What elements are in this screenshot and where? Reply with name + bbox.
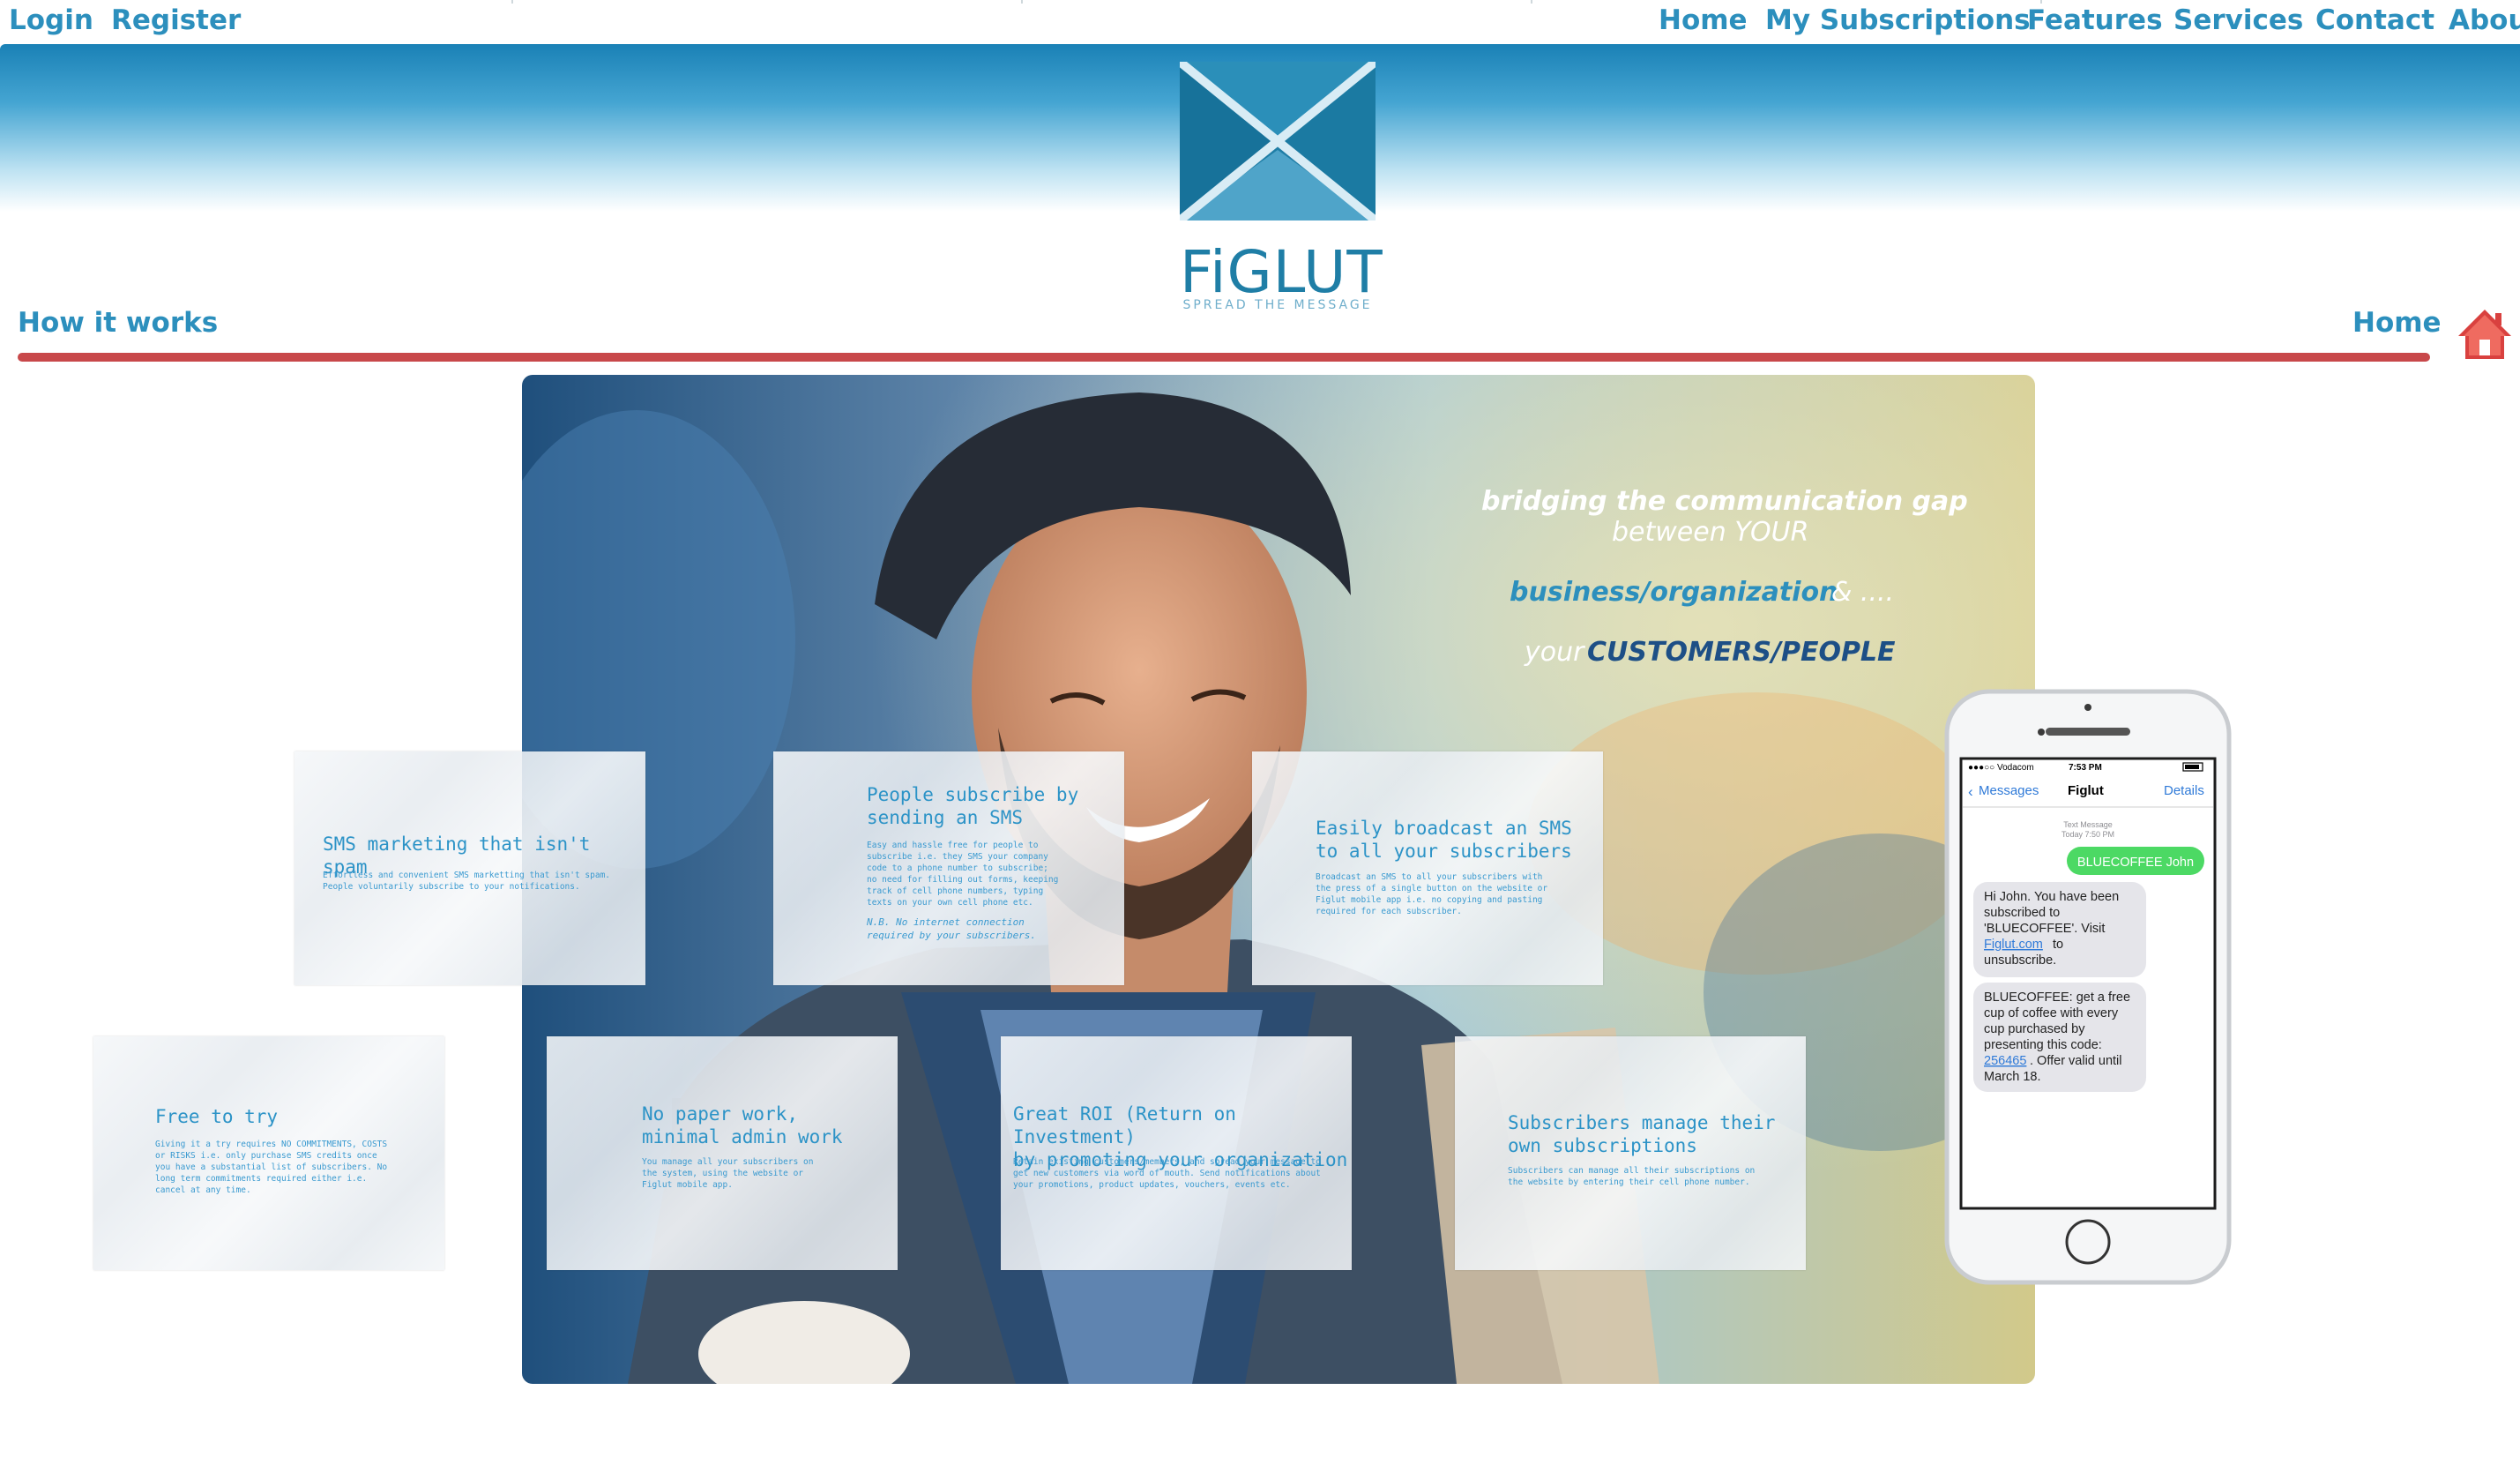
feature-card-free-to-try: Free to try Giving it a try requires NO … <box>93 1036 444 1270</box>
hero-headline: bridging the communication gap <box>1481 486 1968 517</box>
envelope-logo-icon <box>1176 58 1379 224</box>
card-title: Easily broadcast an SMS to all your subs… <box>1316 818 1572 862</box>
received-message-line: 'BLUECOFFEE'. Visit <box>1984 922 2105 936</box>
card-title: Subscribers manage their own subscriptio… <box>1508 1112 1776 1156</box>
received-message-line: . Offer valid until <box>2030 1054 2122 1068</box>
card-body: Retain existing customers/members, and s… <box>1013 1157 1321 1190</box>
subnav-home-link[interactable]: Home <box>2352 307 2442 339</box>
received-message-line: subscribed to <box>1984 906 2060 920</box>
nav-my-subscriptions-link[interactable]: My Subscriptions <box>1765 4 2031 36</box>
details-button[interactable]: Details <box>2164 783 2204 798</box>
sent-message-text: BLUECOFFEE John <box>2077 856 2194 870</box>
time-label: 7:53 PM <box>2069 763 2102 773</box>
card-title: Free to try <box>155 1106 279 1127</box>
feature-card-manage-subscriptions: Subscribers manage their own subscriptio… <box>1455 1036 1806 1270</box>
divider-line <box>18 353 2430 362</box>
card-body: Broadcast an SMS to all your subscribers… <box>1316 872 1548 916</box>
divider <box>2040 0 2042 4</box>
hero-line-customers: CUSTOMERS/PEOPLE <box>1587 637 1896 668</box>
divider <box>1021 0 1023 4</box>
nav-features-link[interactable]: Features <box>2027 4 2163 36</box>
nav-services-link[interactable]: Services <box>2173 4 2303 36</box>
received-message-line: Hi John. You have been <box>1984 890 2119 904</box>
camera-icon <box>2038 729 2045 736</box>
card-body: Easy and hassle free for people to subsc… <box>867 841 1059 908</box>
divider <box>1531 0 1532 4</box>
card-title: No paper work, minimal admin work <box>642 1103 843 1147</box>
top-bar: Login Register Home My Subscriptions Fea… <box>0 0 2520 44</box>
feature-card-subscribe: People subscribe by sending an SMS Easy … <box>773 751 1124 985</box>
logo-tagline: SPREAD THE MESSAGE <box>1182 298 1373 312</box>
how-it-works-link[interactable]: How it works <box>18 307 218 339</box>
speaker-dot <box>2084 704 2091 711</box>
hero-line-and: & .... <box>1831 577 1895 608</box>
hero-line-business: business/organization <box>1510 577 1838 608</box>
feature-card-roi: Great ROI (Return on Investment) by prom… <box>1001 1036 1352 1270</box>
received-message-line: unsubscribe. <box>1984 953 2056 968</box>
feature-card-sms-marketing: SMS marketing that isn't spam Effortless… <box>294 751 645 985</box>
phone-mockup: ●●●○○ Vodacom 7:53 PM ‹ Messages Figlut … <box>1943 688 2233 1286</box>
nav-contact-link[interactable]: Contact <box>2315 4 2434 36</box>
carrier-label: ●●●○○ Vodacom <box>1968 763 2034 773</box>
hero-line-between: between YOUR <box>1612 517 1809 548</box>
card-body: Effortless and convenient SMS marketting… <box>323 871 611 892</box>
register-link[interactable]: Register <box>111 4 241 36</box>
home-icon[interactable] <box>2457 306 2513 363</box>
card-body: You manage all your subscribers on the s… <box>642 1157 814 1190</box>
figlut-link[interactable]: Figlut.com <box>1984 938 2043 952</box>
messages-back-button[interactable]: Messages <box>1979 783 2039 798</box>
received-message-line: BLUECOFFEE: get a free <box>1984 990 2130 1005</box>
received-message-line: presenting this code: <box>1984 1038 2102 1052</box>
card-title: People subscribe by sending an SMS <box>867 784 1079 828</box>
card-note: N.B. No internet connection required by … <box>867 916 1037 941</box>
card-body: Giving it a try requires NO COMMITMENTS,… <box>155 1140 388 1195</box>
received-message-line: March 18. <box>1984 1070 2040 1084</box>
hero-line-your: your <box>1525 637 1584 668</box>
divider <box>511 0 513 4</box>
card-body: Subscribers can manage all their subscri… <box>1508 1166 1756 1187</box>
received-message-line: to <box>2053 938 2063 952</box>
feature-card-broadcast: Easily broadcast an SMS to all your subs… <box>1252 751 1603 985</box>
feature-card-no-paper-work: No paper work, minimal admin work You ma… <box>547 1036 898 1270</box>
message-time: Today 7:50 PM <box>2061 830 2114 839</box>
nav-about-link[interactable]: Abou <box>2449 4 2520 36</box>
logo-wordmark: FiGLUT <box>1180 238 1383 306</box>
message-meta: Text Message <box>2063 820 2113 829</box>
figlut-logo[interactable]: FiGLUT SPREAD THE MESSAGE <box>1176 58 1383 318</box>
code-link[interactable]: 256465 <box>1984 1054 2026 1068</box>
back-chevron-icon[interactable]: ‹ <box>1968 783 1973 800</box>
contact-name: Figlut <box>2068 783 2104 798</box>
nav-home-link[interactable]: Home <box>1659 4 1748 36</box>
received-message-line: cup of coffee with every <box>1984 1006 2119 1020</box>
login-link[interactable]: Login <box>9 4 93 36</box>
received-message-line: cup purchased by <box>1984 1022 2085 1036</box>
